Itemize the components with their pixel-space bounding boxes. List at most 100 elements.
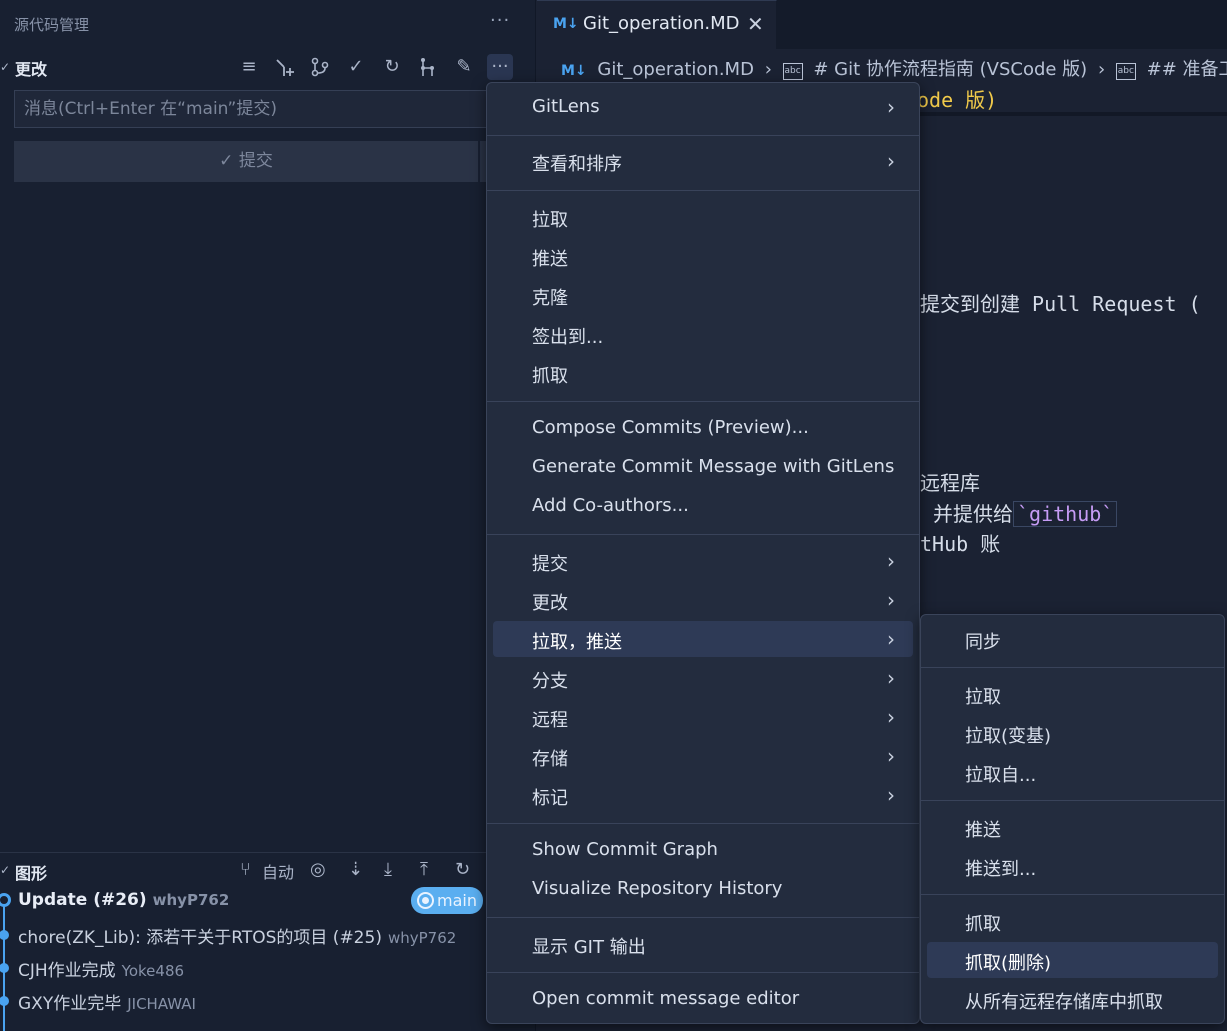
code-text: 、并提供给 xyxy=(913,502,1013,526)
submenu-item[interactable]: 拉取 xyxy=(927,676,1218,712)
chevron-right-icon: › xyxy=(887,783,895,807)
commit-message: CJH作业完成 xyxy=(18,961,116,981)
view-as-list-icon[interactable]: ≡ xyxy=(236,54,262,80)
branch-badge-label: main xyxy=(437,891,477,910)
menu-item[interactable]: 提交 › xyxy=(493,543,913,579)
submenu-item[interactable]: 同步 xyxy=(927,621,1218,657)
menu-item[interactable]: Open commit message editor xyxy=(493,981,913,1017)
graph-icon[interactable] xyxy=(415,54,441,80)
menu-item-label: 提交 xyxy=(532,554,568,575)
menu-item[interactable]: 克隆 xyxy=(493,277,913,313)
menu-item[interactable]: 更改 › xyxy=(493,582,913,618)
graph-commit-row[interactable]: chore(ZK_Lib): 添若干关于RTOS的项目 (#25) whyP762 xyxy=(0,919,490,952)
branch-icon[interactable]: ⑂ xyxy=(240,859,251,880)
submenu-item[interactable]: 抓取(删除) xyxy=(927,942,1218,978)
graph-commit-row[interactable]: GXY作业完毕 JICHAWAI xyxy=(0,985,490,1018)
stage-icon[interactable] xyxy=(272,54,298,80)
submenu-item-label: 推送 xyxy=(965,820,1001,841)
menu-item[interactable]: 显示 GIT 输出 xyxy=(493,926,913,962)
chevron-right-icon: › xyxy=(1097,59,1106,80)
commit-button[interactable]: ✓ 提交 xyxy=(14,141,478,182)
submenu-item-label: 同步 xyxy=(965,632,1001,653)
commit-check-icon[interactable]: ✓ xyxy=(343,54,369,80)
menu-item-label: 克隆 xyxy=(532,288,568,309)
menu-item[interactable]: 标记 › xyxy=(493,777,913,813)
submenu-item-label: 拉取 xyxy=(965,687,1001,708)
more-actions-icon[interactable]: ··· xyxy=(487,54,513,80)
menu-item[interactable]: 拉取 xyxy=(493,199,913,235)
commit-author: Yoke486 xyxy=(121,962,185,980)
menu-item[interactable]: Compose Commits (Preview)... xyxy=(493,410,913,446)
menu-item[interactable]: 查看和排序 › xyxy=(493,143,913,179)
menu-item[interactable]: 推送 xyxy=(493,238,913,274)
menu-item-label: 查看和排序 xyxy=(532,154,622,175)
menu-item-label: 拉取 xyxy=(532,210,568,231)
pull-push-submenu: 同步拉取拉取(变基) 拉取自... 推送推送到... 抓取抓取(删除) 从所有远程存储库… xyxy=(920,614,1225,1024)
menu-item[interactable]: 存储 › xyxy=(493,738,913,774)
submenu-item[interactable]: 推送 xyxy=(927,809,1218,845)
commit-message: chore(ZK_Lib): 添若干关于RTOS的项目 (#25) xyxy=(18,928,382,948)
submenu-item-label: 抓取 xyxy=(965,914,1001,935)
menu-item[interactable]: GitLens › xyxy=(493,89,913,125)
refresh-icon[interactable]: ↻ xyxy=(379,54,405,80)
menu-item[interactable]: Visualize Repository History xyxy=(493,871,913,907)
sidebar-more-icon[interactable]: ··· xyxy=(490,10,510,31)
menu-item-label: Compose Commits (Preview)... xyxy=(532,417,809,438)
menu-item-label: Show Commit Graph xyxy=(532,839,718,860)
tab-label: Git_operation.MD xyxy=(583,13,740,34)
branch-compare-icon[interactable] xyxy=(307,54,333,80)
graph-commit-row[interactable]: CJH作业完成 Yoke486 xyxy=(0,952,490,985)
breadcrumb: M↓ Git_operation.MD › abc # Git 协作流程指南 (… xyxy=(561,55,1227,81)
submenu-item[interactable]: 抓取 xyxy=(927,903,1218,939)
menu-item-label: 更改 xyxy=(532,593,568,614)
menu-separator xyxy=(487,534,919,535)
fetch-icon[interactable]: ⇣ xyxy=(348,859,363,880)
graph-section-label: 图形 xyxy=(15,864,48,883)
menu-item[interactable]: Generate Commit Message with GitLens xyxy=(493,449,913,485)
submenu-item[interactable]: 推送到... xyxy=(927,848,1218,884)
submenu-item[interactable]: 拉取自... xyxy=(927,754,1218,790)
changes-section-header[interactable]: ✓ 更改 ≡ ✓ ↻ ✎ ··· xyxy=(0,52,536,82)
menu-item[interactable]: 抓取 xyxy=(493,355,913,391)
menu-item[interactable]: Add Co-authors... xyxy=(493,488,913,524)
code-line: tHub 账 xyxy=(920,532,1001,556)
submenu-item-label: 拉取(变基) xyxy=(965,726,1052,747)
push-icon[interactable]: ⤒ xyxy=(420,859,428,880)
chevron-down-icon: ✓ xyxy=(0,863,11,877)
menu-item-label: 远程 xyxy=(532,710,568,731)
graph-node xyxy=(0,996,9,1006)
edit-pencil-icon[interactable]: ✎ xyxy=(451,54,477,80)
menu-separator xyxy=(921,800,1224,801)
submenu-item[interactable]: 从所有远程存储库中抓取 xyxy=(927,981,1218,1017)
submenu-item-label: 从所有远程存储库中抓取 xyxy=(965,992,1163,1013)
changes-section-label: 更改 xyxy=(15,60,48,79)
commit-author: JICHAWAI xyxy=(127,995,196,1013)
refresh-icon[interactable]: ↻ xyxy=(455,859,470,880)
menu-separator xyxy=(487,917,919,918)
breadcrumb-heading-1[interactable]: # Git 协作流程指南 (VSCode 版) xyxy=(813,59,1087,80)
close-icon[interactable]: ✕ xyxy=(747,12,764,36)
menu-separator xyxy=(487,401,919,402)
menu-item[interactable]: Show Commit Graph xyxy=(493,832,913,868)
menu-item-label: 标记 xyxy=(532,788,568,809)
menu-separator xyxy=(487,135,919,136)
submenu-item[interactable]: 拉取(变基) xyxy=(927,715,1218,751)
chevron-right-icon: › xyxy=(887,744,895,768)
menu-item[interactable]: 远程 › xyxy=(493,699,913,735)
menu-item[interactable]: 签出到... xyxy=(493,316,913,352)
graph-auto-label[interactable]: 自动 xyxy=(262,859,294,883)
commit-author: whyP762 xyxy=(152,891,230,909)
chevron-right-icon: › xyxy=(887,588,895,612)
target-icon[interactable]: ◎ xyxy=(310,859,326,880)
menu-item[interactable]: 拉取，推送 › xyxy=(493,621,913,657)
menu-item[interactable]: 分支 › xyxy=(493,660,913,696)
submenu-item-label: 抓取(删除) xyxy=(965,953,1052,974)
breadcrumb-heading-2[interactable]: ## 准备工作 xyxy=(1147,59,1227,80)
tab-git-operation[interactable]: M↓ Git_operation.MD ✕ xyxy=(537,0,777,49)
commit-message-input[interactable] xyxy=(14,90,494,128)
commit-author: whyP762 xyxy=(387,929,457,947)
menu-item-label: Visualize Repository History xyxy=(532,878,783,899)
breadcrumb-file[interactable]: Git_operation.MD xyxy=(597,59,754,80)
graph-section-header[interactable]: ✓ 图形 ⑂ 自动 ◎ ⇣ ⤓ ⤒ ↻ xyxy=(0,852,536,886)
pull-icon[interactable]: ⤓ xyxy=(384,859,392,880)
